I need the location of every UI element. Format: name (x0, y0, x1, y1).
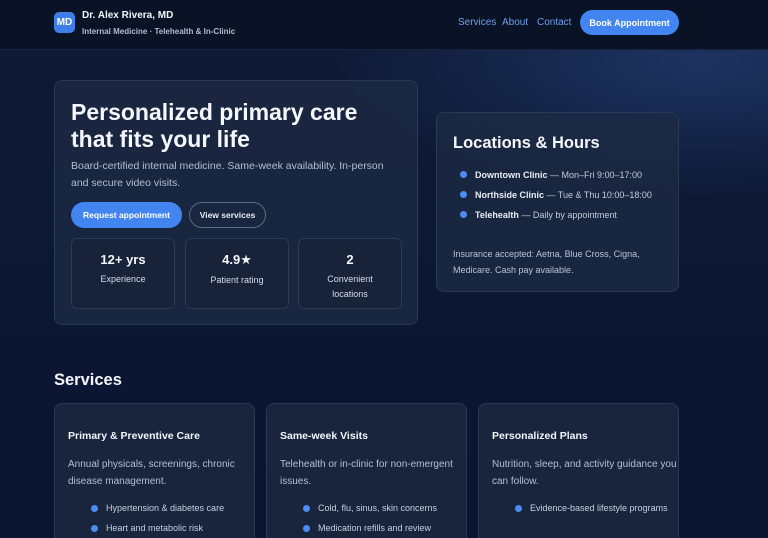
insurance-note: Insurance accepted: Aetna, Blue Cross, C… (453, 249, 640, 275)
list-item: Telehealth — Daily by appointment (460, 207, 671, 223)
doctor-name: Dr. Alex Rivera, MD (82, 10, 174, 21)
hero-title: Personalized primary care that fits your… (71, 99, 358, 152)
service-title: Personalized Plans (492, 430, 588, 442)
view-services-button[interactable]: View services (189, 202, 266, 228)
request-appointment-button[interactable]: Request appointment (71, 202, 182, 228)
bullet-dot-icon (460, 191, 467, 198)
location-name: Telehealth (475, 210, 519, 220)
service-description: Nutrition, sleep, and activity guidance … (492, 459, 677, 487)
stat-label: Patient rating (210, 275, 264, 285)
bullet-dot-icon (460, 171, 467, 178)
service-card-personalized-plans: Personalized Plans Nutrition, sleep, and… (478, 403, 679, 538)
location-hours: — Tue & Thu 10:00–18:00 (544, 190, 652, 200)
bullet-dot-icon (515, 505, 522, 512)
locations-title: Locations & Hours (453, 134, 600, 152)
list-item: Medication refills and review (303, 521, 458, 536)
service-description: Annual physicals, screenings, chronic di… (68, 459, 235, 487)
bullet-text: Evidence-based lifestyle programs (530, 503, 668, 513)
hero-description: Board-certified internal medicine. Same-… (71, 160, 384, 189)
list-item: Northside Clinic — Tue & Thu 10:00–18:00 (460, 187, 671, 203)
bullet-dot-icon (460, 211, 467, 218)
nav-contact-link[interactable]: Contact (537, 17, 571, 28)
stat-experience: 12+ yrs Experience (71, 238, 175, 309)
bullet-dot-icon (91, 505, 98, 512)
nav-services-link[interactable]: Services (458, 17, 496, 28)
site-header: MD Dr. Alex Rivera, MD Internal Medicine… (0, 0, 768, 50)
services-heading: Services (54, 371, 122, 389)
bullet-dot-icon (303, 525, 310, 532)
service-bullets: Hypertension & diabetes care Heart and m… (91, 501, 246, 538)
service-bullets: Evidence-based lifestyle programs (515, 501, 670, 521)
service-card-primary-care: Primary & Preventive Care Annual physica… (54, 403, 255, 538)
bullet-dot-icon (303, 505, 310, 512)
service-title: Primary & Preventive Care (68, 430, 200, 442)
service-title: Same-week Visits (280, 430, 368, 442)
location-name: Downtown Clinic (475, 170, 548, 180)
bullet-text: Heart and metabolic risk (106, 523, 204, 533)
list-item: Cold, flu, sinus, skin concerns (303, 501, 458, 516)
list-item: Downtown Clinic — Mon–Fri 9:00–17:00 (460, 167, 671, 183)
service-card-same-week: Same-week Visits Telehealth or in-clinic… (266, 403, 467, 538)
list-item: Evidence-based lifestyle programs (515, 501, 670, 516)
stat-rating: 4.9★ Patient rating (185, 238, 289, 309)
stat-label: Experience (100, 274, 146, 284)
stat-value: 12+ yrs (100, 252, 146, 267)
list-item: Heart and metabolic risk (91, 521, 246, 536)
nav-about-link[interactable]: About (502, 17, 528, 28)
book-appointment-button[interactable]: Book Appointment (580, 10, 679, 35)
bullet-text: Medication refills and review (318, 523, 432, 533)
stat-label: Convenient locations (327, 274, 373, 299)
locations-card: Locations & Hours Downtown Clinic — Mon–… (436, 112, 679, 292)
stat-locations: 2 Convenient locations (298, 238, 402, 309)
stat-value: 4.9★ (222, 252, 252, 267)
bullet-dot-icon (91, 525, 98, 532)
list-item: Hypertension & diabetes care (91, 501, 246, 516)
hero-card: Personalized primary care that fits your… (54, 80, 418, 325)
bullet-text: Hypertension & diabetes care (106, 503, 225, 513)
doctor-specialty: Internal Medicine · Telehealth & In-Clin… (82, 27, 236, 36)
bullet-text: Cold, flu, sinus, skin concerns (318, 503, 438, 513)
service-bullets: Cold, flu, sinus, skin concerns Medicati… (303, 501, 458, 538)
location-hours: — Mon–Fri 9:00–17:00 (547, 170, 643, 180)
service-description: Telehealth or in-clinic for non-emergent… (280, 459, 453, 487)
location-hours: — Daily by appointment (518, 210, 617, 220)
locations-list: Downtown Clinic — Mon–Fri 9:00–17:00 Nor… (460, 167, 671, 227)
md-logo[interactable]: MD (54, 12, 75, 33)
location-name: Northside Clinic (475, 190, 545, 200)
stat-value: 2 (346, 252, 354, 267)
